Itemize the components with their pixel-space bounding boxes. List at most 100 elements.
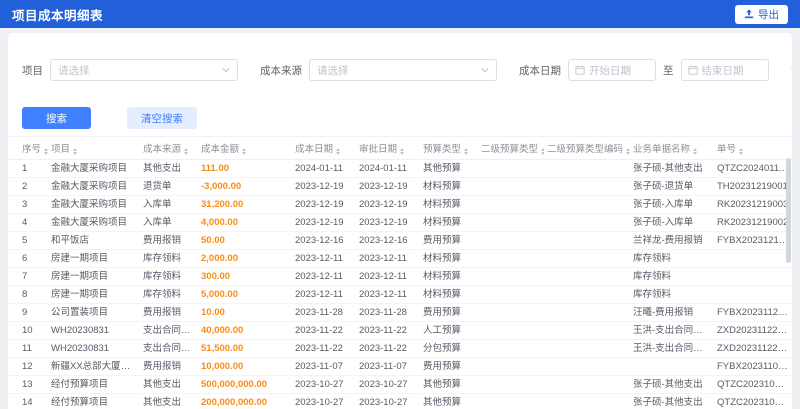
clear-search-button[interactable]: 清空搜索	[127, 107, 197, 129]
sort-icon[interactable]	[739, 148, 744, 155]
cell: 经付预算项目	[48, 375, 140, 394]
cell: 材料预算	[420, 285, 478, 304]
cell: TH20231219001	[714, 177, 792, 196]
cell: 库存领料	[630, 267, 714, 286]
cell	[714, 285, 792, 304]
cell: 2023-12-19	[292, 195, 356, 214]
cell: 库存领料	[630, 285, 714, 304]
sort-icon[interactable]	[400, 148, 405, 155]
start-date-input[interactable]: 开始日期	[568, 59, 656, 81]
cell: 111.00	[198, 159, 292, 178]
cell	[478, 357, 544, 376]
column-header-1[interactable]: 项目	[48, 136, 140, 160]
cell: 4,000.00	[198, 213, 292, 232]
cell: 3	[8, 195, 48, 214]
cell: 金融大厦采购项目	[48, 213, 140, 232]
cell	[478, 393, 544, 409]
project-filter: 项目 请选择	[22, 59, 238, 81]
cell	[544, 249, 630, 268]
cell	[544, 321, 630, 340]
sort-icon[interactable]	[184, 148, 189, 155]
source-select[interactable]: 请选择	[309, 59, 497, 81]
cell: 和平饭店	[48, 231, 140, 250]
column-header-0[interactable]: 序号	[8, 136, 48, 160]
cell: 库存领料	[630, 249, 714, 268]
vertical-scrollbar[interactable]	[786, 158, 791, 409]
cell: 其他预算	[420, 375, 478, 394]
column-header-10[interactable]: 单号	[714, 136, 792, 160]
end-date-input[interactable]: 结束日期	[680, 59, 769, 81]
cell: 张子硕-入库单	[630, 213, 714, 232]
table-row: 7 房建一期项目 库存领料 300.00 2023-12-11 2023-12-11 材料预…	[8, 267, 792, 286]
cell: 2023-12-19	[356, 213, 420, 232]
cell: 退货单	[140, 177, 198, 196]
cost-detail-table: 序号 项目 成本来源 成本金额 成本日期 审批日期 预算类型 二级预算类型 二级预算类型编码 业务…	[8, 136, 792, 409]
cell	[544, 303, 630, 322]
column-header-4[interactable]: 成本日期	[292, 136, 356, 160]
project-select[interactable]: 请选择	[50, 59, 238, 81]
cell: 房建一期项目	[48, 285, 140, 304]
cell: 2023-12-11	[292, 249, 356, 268]
cell	[714, 267, 792, 286]
cell	[714, 249, 792, 268]
cell	[478, 375, 544, 394]
column-header-5[interactable]: 审批日期	[356, 136, 420, 160]
cell: 2023-10-27	[356, 375, 420, 394]
cell: 王洪-支出合同执行	[630, 321, 714, 340]
cell: 张子硕-退货单	[630, 177, 714, 196]
cell: 5,000.00	[198, 285, 292, 304]
cell: 金融大厦采购项目	[48, 195, 140, 214]
cell: 200,000,000.00	[198, 393, 292, 409]
cell: QTZC20231027002	[714, 375, 792, 394]
search-button[interactable]: 搜索	[22, 107, 91, 129]
date-filter-label: 成本日期	[519, 64, 561, 77]
sort-icon[interactable]	[464, 148, 469, 155]
sort-icon[interactable]	[541, 148, 544, 155]
column-header-6[interactable]: 预算类型	[420, 136, 478, 160]
cell: 2023-11-22	[292, 339, 356, 358]
sort-icon[interactable]	[336, 148, 341, 155]
cell: 2	[8, 177, 48, 196]
cost-table: 序号 项目 成本来源 成本金额 成本日期 审批日期 预算类型 二级预算类型 二级预算类型编码 业务…	[8, 136, 792, 409]
expand-filter-link[interactable]: 展开筛选	[790, 40, 792, 100]
cell: 10.00	[198, 303, 292, 322]
cell: 其他预算	[420, 393, 478, 409]
table-header-row: 序号 项目 成本来源 成本金额 成本日期 审批日期 预算类型 二级预算类型 二级预算类型编码 业务…	[8, 136, 792, 160]
cell: 其他支出	[140, 159, 198, 178]
cell	[544, 159, 630, 178]
cell	[544, 177, 630, 196]
cell: 其他预算	[420, 159, 478, 178]
column-header-9[interactable]: 业务单据名称	[630, 136, 714, 160]
column-header-8[interactable]: 二级预算类型编码	[544, 136, 630, 160]
cell: 王洪-支出合同执行	[630, 339, 714, 358]
table-row: 3 金融大厦采购项目 入库单 31,200.00 2023-12-19 2023-12-1…	[8, 195, 792, 214]
cell: 2024-01-11	[356, 159, 420, 178]
cell	[544, 231, 630, 250]
scrollbar-thumb[interactable]	[786, 158, 791, 263]
sort-icon[interactable]	[73, 148, 78, 155]
source-select-placeholder: 请选择	[317, 64, 349, 77]
sort-icon[interactable]	[693, 148, 698, 155]
cell	[544, 213, 630, 232]
cell	[478, 267, 544, 286]
cell: 40,000.00	[198, 321, 292, 340]
cell: 11	[8, 339, 48, 358]
cell: WH20230831	[48, 339, 140, 358]
sort-icon[interactable]	[44, 148, 48, 155]
column-header-2[interactable]: 成本来源	[140, 136, 198, 160]
sort-icon[interactable]	[626, 148, 630, 155]
page-title: 项目成本明细表	[12, 8, 104, 23]
cell: 汪曦-费用报销	[630, 303, 714, 322]
cell: 经付预算项目	[48, 393, 140, 409]
sort-icon[interactable]	[242, 148, 247, 155]
cell: 12	[8, 357, 48, 376]
cell: 费用报销	[140, 303, 198, 322]
cell	[478, 249, 544, 268]
export-button[interactable]: 导出	[735, 4, 788, 24]
cell: 31,200.00	[198, 195, 292, 214]
column-header-3[interactable]: 成本金额	[198, 136, 292, 160]
column-header-7[interactable]: 二级预算类型	[478, 136, 544, 160]
cell: 库存领料	[140, 249, 198, 268]
cell: 张子硕-其他支出	[630, 159, 714, 178]
cell: 2023-11-07	[356, 357, 420, 376]
